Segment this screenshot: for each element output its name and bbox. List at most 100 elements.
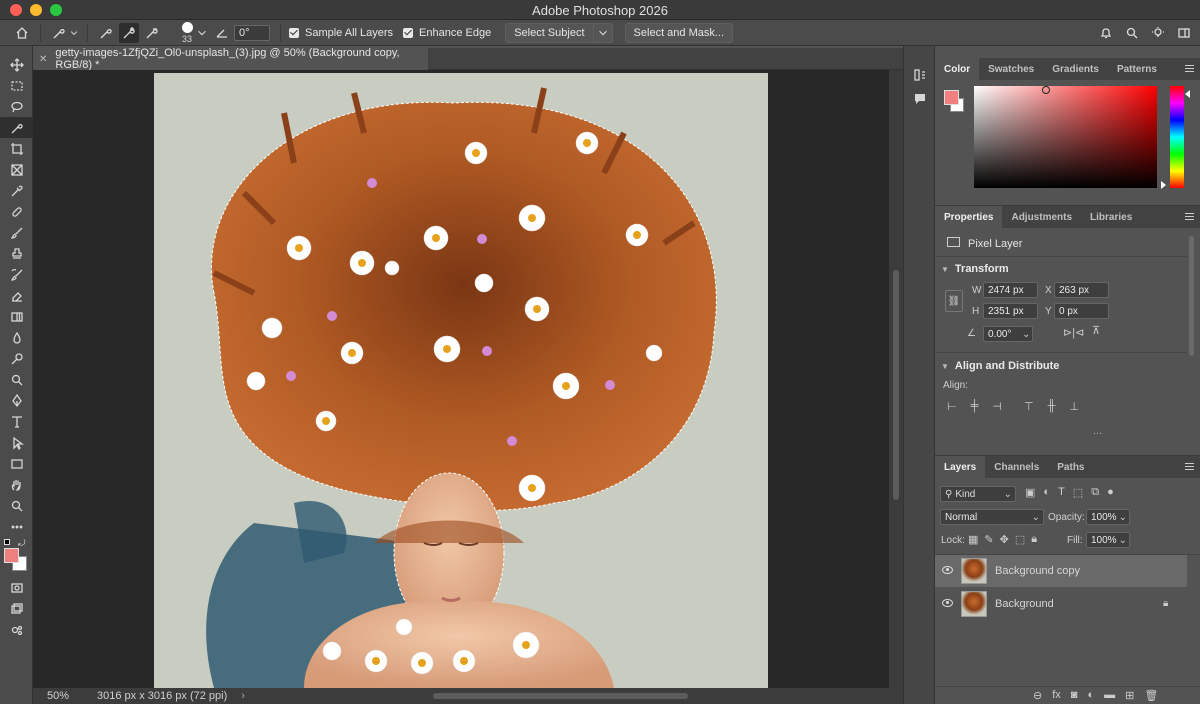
tab-layers[interactable]: Layers — [935, 456, 986, 478]
tab-properties[interactable]: Properties — [935, 206, 1003, 228]
enhance-edge-checkbox[interactable]: Enhance Edge — [403, 23, 491, 43]
blur-tool-icon[interactable] — [0, 327, 33, 348]
chevron-down-icon[interactable]: ⌄ — [1021, 326, 1033, 342]
swap-colors-icon[interactable]: ⤾ — [18, 538, 26, 549]
blend-mode-select[interactable]: Normal ⌄ — [940, 509, 1044, 525]
transform-section-header[interactable]: ▼ Transform — [935, 259, 1009, 279]
align-horizontal-center-icon[interactable]: ╪ — [971, 400, 979, 413]
delete-layer-icon[interactable]: 🗑︎ — [1144, 689, 1158, 702]
rectangle-tool-icon[interactable] — [0, 453, 33, 474]
tab-adjustments[interactable]: Adjustments — [1002, 206, 1081, 228]
zoom-level[interactable]: 50% — [47, 690, 87, 702]
add-mask-icon[interactable]: ◙ — [1071, 689, 1078, 702]
canvas-area[interactable] — [33, 70, 889, 688]
tab-libraries[interactable]: Libraries — [1081, 206, 1141, 228]
filter-adjustment-icon[interactable]: ◐ — [1043, 486, 1050, 499]
lock-image-icon[interactable]: ✎ — [984, 533, 993, 546]
fx-icon[interactable]: fx — [1052, 689, 1061, 702]
flip-horizontal-icon[interactable]: ⊳|⊲ — [1063, 326, 1084, 339]
tab-gradients[interactable]: Gradients — [1043, 58, 1108, 80]
lock-position-icon[interactable]: ✥ — [1000, 533, 1009, 546]
hand-tool-icon[interactable] — [0, 474, 33, 495]
new-selection-icon[interactable] — [96, 23, 116, 43]
dodge-tool-icon[interactable] — [0, 348, 33, 369]
y-input[interactable]: 0 px — [1054, 303, 1109, 319]
quick-selection-tool-icon[interactable] — [0, 117, 33, 138]
lock-transparent-icon[interactable]: ▦ — [968, 533, 978, 546]
pen-tool-icon[interactable] — [0, 390, 33, 411]
new-group-icon[interactable]: ▬ — [1104, 689, 1115, 702]
properties-scroll-thumb[interactable] — [1189, 236, 1194, 356]
type-tool-icon[interactable] — [0, 411, 33, 432]
foreground-color-swatch[interactable] — [4, 548, 19, 563]
align-left-icon[interactable]: ⊢ — [947, 400, 957, 413]
discover-lightbulb-icon[interactable] — [1148, 23, 1168, 43]
lock-artboard-icon[interactable]: ⬚ — [1015, 533, 1025, 546]
vertical-scroll-thumb[interactable] — [893, 270, 899, 500]
select-and-mask-button[interactable]: Select and Mask... — [624, 22, 734, 43]
path-selection-tool-icon[interactable] — [0, 432, 33, 453]
chevron-down-icon[interactable] — [69, 23, 79, 43]
align-right-icon[interactable]: ⊣ — [992, 400, 1002, 413]
comments-panel-icon[interactable] — [913, 92, 927, 106]
adjustment-layer-icon[interactable]: ◐ — [1087, 689, 1094, 702]
subtract-from-selection-icon[interactable] — [142, 23, 162, 43]
close-tab-icon[interactable]: ✕ — [39, 54, 47, 65]
layer-filter-kind-select[interactable]: ⚲ Kind ⌄ — [940, 486, 1016, 502]
panel-menu-icon[interactable] — [1185, 463, 1194, 470]
filter-pixel-icon[interactable]: ▣ — [1025, 486, 1035, 499]
chevron-down-icon[interactable] — [196, 23, 208, 43]
gradient-tool-icon[interactable] — [0, 306, 33, 327]
eyedropper-tool-icon[interactable] — [0, 180, 33, 201]
align-distribute-section-header[interactable]: ▼ Align and Distribute — [935, 356, 1059, 376]
filter-shape-icon[interactable]: ⬚ — [1073, 486, 1083, 499]
link-layers-icon[interactable]: ⊖ — [1033, 689, 1042, 702]
lasso-tool-icon[interactable] — [0, 96, 33, 117]
lock-all-icon[interactable]: 🔒︎ — [1031, 533, 1037, 546]
tab-color[interactable]: Color — [935, 58, 980, 80]
visibility-eye-icon[interactable] — [942, 566, 953, 574]
hue-slider-marker-right[interactable] — [1185, 90, 1190, 98]
move-tool-icon[interactable] — [0, 54, 33, 75]
vertical-scrollbar[interactable] — [889, 70, 903, 688]
workspace-icon[interactable] — [1174, 23, 1194, 43]
opacity-input[interactable]: 100% ⌄ — [1086, 509, 1130, 525]
healing-brush-tool-icon[interactable] — [0, 201, 33, 222]
tab-paths[interactable]: Paths — [1048, 456, 1093, 478]
frame-tool-icon[interactable] — [0, 159, 33, 180]
notifications-bell-icon[interactable] — [1096, 23, 1116, 43]
search-icon[interactable] — [1122, 23, 1142, 43]
filter-smart-object-icon[interactable]: ⧉ — [1091, 486, 1099, 499]
edit-toolbar-icon[interactable] — [0, 619, 33, 640]
history-panel-icon[interactable] — [913, 68, 927, 82]
foreground-color-swatch[interactable] — [944, 90, 959, 105]
fill-input[interactable]: 100% ⌄ — [1086, 532, 1130, 548]
color-picker-cursor[interactable] — [1042, 86, 1050, 94]
saturation-brightness-field[interactable] — [974, 86, 1157, 188]
x-input[interactable]: 263 px — [1054, 282, 1109, 298]
link-dimensions-icon[interactable]: ⛓ — [945, 290, 963, 312]
history-brush-tool-icon[interactable] — [0, 264, 33, 285]
align-bottom-icon[interactable]: ⊥ — [1069, 400, 1079, 413]
horizontal-scroll-thumb[interactable] — [433, 693, 688, 699]
hue-slider-marker[interactable] — [1161, 181, 1166, 189]
filter-type-icon[interactable]: T — [1058, 486, 1065, 499]
new-layer-icon[interactable]: ⊞ — [1125, 689, 1134, 702]
tab-patterns[interactable]: Patterns — [1108, 58, 1166, 80]
layer-row-background-copy[interactable]: Background copy — [935, 555, 1187, 587]
zoom-tool-icon[interactable] — [0, 495, 33, 516]
width-input[interactable]: 2474 px — [983, 282, 1038, 298]
height-input[interactable]: 2351 px — [983, 303, 1038, 319]
chevron-right-icon[interactable]: › — [241, 690, 245, 702]
screen-mode-icon[interactable] — [0, 598, 33, 619]
more-tools-icon[interactable] — [0, 516, 33, 537]
layer-row-background[interactable]: Background 🔒︎ — [935, 588, 1187, 620]
flip-vertical-icon[interactable]: ⊼ — [1092, 324, 1100, 337]
panel-menu-icon[interactable] — [1185, 65, 1194, 72]
home-icon[interactable] — [12, 23, 32, 43]
angle-input[interactable]: 0° — [234, 24, 270, 41]
document-tab[interactable]: ✕ getty-images-1ZfjQZi_Ol0-unsplash_(3).… — [33, 47, 428, 71]
marquee-tool-icon[interactable] — [0, 75, 33, 96]
panel-menu-icon[interactable] — [1185, 213, 1194, 220]
align-top-icon[interactable]: ⊤ — [1024, 400, 1034, 413]
